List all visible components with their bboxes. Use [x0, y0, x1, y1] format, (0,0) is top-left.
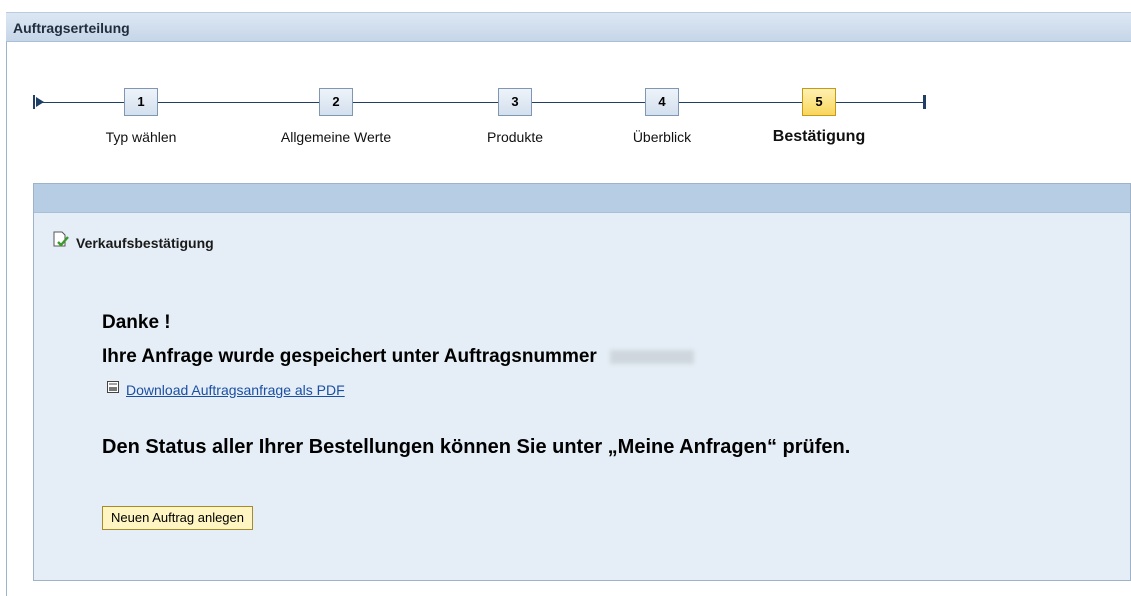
roadmap-step-3[interactable]: 3 [498, 88, 532, 116]
roadmap-step-1-label: Typ wählen [105, 129, 177, 145]
order-number-redacted [610, 349, 695, 364]
roadmap-step-4-label: Überblick [632, 129, 692, 145]
frame-border [6, 30, 7, 596]
thanks-heading: Danke ! [102, 312, 171, 333]
saved-text: Ihre Anfrage wurde gespeichert unter Auf… [102, 346, 597, 367]
roadmap-connector [836, 102, 923, 103]
new-order-button[interactable]: Neuen Auftrag anlegen [102, 506, 253, 530]
pdf-document-icon [106, 380, 120, 399]
roadmap-step-1[interactable]: 1 [124, 88, 158, 116]
roadmap-step-2[interactable]: 2 [319, 88, 353, 116]
window-titlebar: Auftragserteilung [6, 12, 1131, 42]
roadmap-connector [41, 102, 124, 103]
section-header: Verkaufsbestätigung [52, 231, 214, 254]
panel-header [34, 184, 1130, 213]
status-message: Den Status aller Ihrer Bestellungen könn… [102, 436, 851, 458]
roadmap-step-2-label: Allgemeine Werte [280, 129, 392, 145]
roadmap-step-5-label: Bestätigung [772, 128, 866, 145]
roadmap-connector [532, 102, 645, 103]
confirmation-panel: Verkaufsbestätigung Danke ! Ihre Anfrage… [33, 183, 1131, 581]
document-check-icon [52, 231, 70, 254]
download-pdf-link[interactable]: Download Auftragsanfrage als PDF [126, 382, 345, 398]
roadmap-connector [158, 102, 319, 103]
roadmap-connector [679, 102, 802, 103]
section-title: Verkaufsbestätigung [76, 234, 214, 251]
saved-message: Ihre Anfrage wurde gespeichert unter Auf… [102, 346, 695, 368]
roadmap-step-4[interactable]: 4 [645, 88, 679, 116]
pdf-download-row: Download Auftragsanfrage als PDF [106, 380, 345, 399]
window-title: Auftragserteilung [13, 20, 130, 36]
roadmap-start-icon [33, 95, 44, 109]
roadmap-connector [353, 102, 498, 103]
roadmap-end-icon [923, 95, 926, 109]
roadmap-step-3-label: Produkte [486, 129, 544, 145]
roadmap-step-5-active[interactable]: 5 [802, 88, 836, 116]
